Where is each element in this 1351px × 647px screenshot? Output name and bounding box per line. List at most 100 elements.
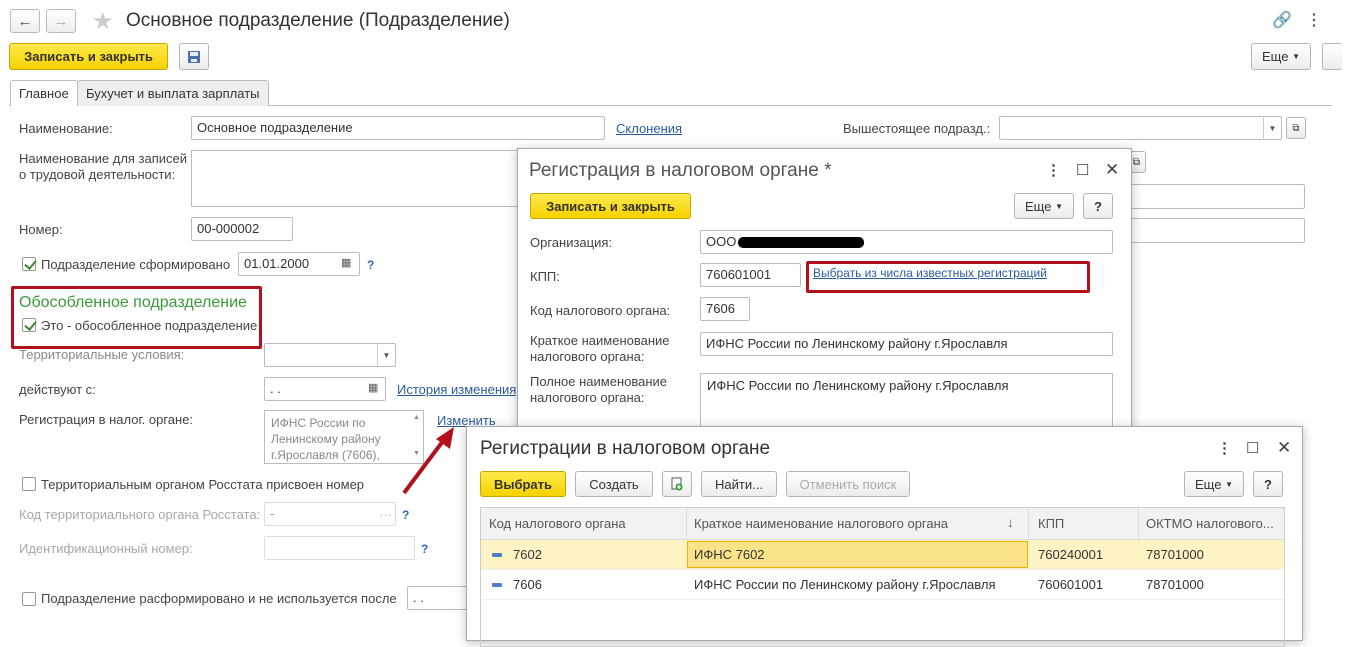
table-row[interactable]: 7606 ИФНС России по Ленинскому району г.…: [481, 570, 1284, 600]
copy-add-icon: [671, 477, 683, 491]
registrations-list-title: Регистрации в налоговом органе: [480, 438, 771, 459]
rosstat-select-icon: …: [379, 504, 392, 519]
org-input[interactable]: ООО: [700, 230, 1113, 254]
tax-code-input[interactable]: 7606: [700, 297, 750, 321]
cell-name: ИФНС 7602: [694, 547, 765, 562]
col-header-code[interactable]: Код налогового органа: [489, 516, 679, 531]
select-button[interactable]: Выбрать: [480, 471, 566, 497]
short-name-label-2: налогового органа:: [530, 349, 645, 364]
rosstat-help-icon[interactable]: ?: [402, 508, 409, 522]
tab-accounting[interactable]: Бухучет и выплата зарплаты: [77, 80, 269, 106]
labor-name-label-2: о трудовой деятельности:: [19, 167, 176, 182]
rosstat-code-label: Код территориального органа Росстата:: [19, 507, 261, 522]
effective-calendar-icon[interactable]: ▦: [368, 381, 378, 394]
list-maximize-icon[interactable]: ☐: [1246, 439, 1259, 457]
tab-main[interactable]: Главное: [10, 80, 78, 106]
disbanded-checkbox[interactable]: [22, 592, 36, 606]
history-link[interactable]: История изменения: [397, 382, 516, 397]
registration-dialog: Регистрация в налоговом органе * ⋮ ☐ ✕ З…: [517, 148, 1132, 448]
rosstat-code-input: -: [264, 502, 396, 526]
dialog-help-label: ?: [1094, 198, 1102, 214]
formed-label: Подразделение сформировано: [41, 257, 231, 272]
dialog-more-label: Еще: [1025, 198, 1052, 214]
col-header-name[interactable]: Краткое наименование налогового органа: [694, 516, 994, 531]
save-close-button[interactable]: Записать и закрыть: [9, 43, 168, 70]
full-name-textarea[interactable]: ИФНС России по Ленинскому району г.Яросл…: [700, 373, 1113, 433]
table-row[interactable]: 7602 ИФНС 7602 760240001 78701000: [481, 540, 1284, 570]
rosstat-checkbox[interactable]: [22, 477, 36, 491]
rosstat-label: Территориальным органом Росстата присвое…: [41, 477, 365, 492]
formed-checkbox[interactable]: [22, 257, 36, 271]
cell-kpp: 760601001: [1038, 577, 1104, 592]
territorial-dropdown-icon[interactable]: ▼: [377, 344, 395, 366]
org-value: ООО: [706, 234, 737, 249]
effective-label: действуют с:: [19, 382, 96, 397]
parent-unit-input[interactable]: [999, 116, 1282, 140]
tax-reg-scroll-icon[interactable]: ▲: [413, 414, 420, 421]
dialog-save-close-button[interactable]: Записать и закрыть: [530, 193, 691, 219]
right-side-field-1[interactable]: [1120, 184, 1305, 209]
list-menu-icon[interactable]: ⋮: [1217, 439, 1232, 457]
parent-unit-label: Вышестоящее подразд.:: [843, 121, 991, 136]
more-button[interactable]: Еще ▼: [1251, 43, 1311, 70]
name-label: Наименование:: [19, 121, 113, 136]
id-number-label: Идентификационный номер:: [19, 541, 193, 556]
list-help-label: ?: [1264, 476, 1272, 492]
cell-oktmo: 78701000: [1146, 547, 1204, 562]
id-number-input: [264, 536, 415, 560]
cell-code: 7602: [513, 547, 542, 562]
list-more-button[interactable]: Еще ▼: [1184, 471, 1244, 497]
save-button[interactable]: [179, 43, 209, 70]
cancel-search-button[interactable]: Отменить поиск: [786, 471, 910, 497]
dialog-help-button[interactable]: ?: [1083, 193, 1113, 219]
formed-help-icon[interactable]: ?: [367, 258, 374, 272]
parent-unit-dropdown-icon[interactable]: ▼: [1263, 117, 1281, 139]
row-item-icon: [492, 553, 502, 557]
dialog-more-button[interactable]: Еще ▼: [1014, 193, 1074, 219]
favorite-star-icon[interactable]: ★: [92, 7, 114, 36]
parent-unit-open-icon[interactable]: ⧉: [1286, 117, 1306, 139]
short-name-input[interactable]: ИФНС России по Ленинскому району г.Яросл…: [700, 332, 1113, 356]
tax-reg-value: ИФНС России по Ленинскому району г.Яросл…: [271, 416, 381, 462]
kpp-input[interactable]: 760601001: [700, 263, 801, 287]
find-button[interactable]: Найти...: [701, 471, 777, 497]
labor-name-textarea[interactable]: [191, 150, 521, 207]
back-button[interactable]: ←: [10, 9, 40, 33]
registrations-table: Код налогового органа Краткое наименован…: [480, 507, 1285, 647]
kpp-label: КПП:: [530, 269, 560, 284]
row-item-icon: [492, 583, 502, 587]
forward-button[interactable]: →: [46, 9, 76, 33]
list-help-button[interactable]: ?: [1253, 471, 1283, 497]
list-close-icon[interactable]: ✕: [1277, 438, 1291, 458]
redacted-bar: [738, 237, 865, 249]
back-arrow-icon: ←: [17, 12, 33, 30]
cell-kpp: 760240001: [1038, 547, 1104, 562]
dialog-maximize-icon[interactable]: ☐: [1076, 161, 1089, 179]
full-name-label-2: налогового органа:: [530, 390, 645, 405]
number-input[interactable]: 00-000002: [191, 217, 293, 241]
disbanded-date-input[interactable]: . .: [407, 586, 467, 610]
calendar-icon[interactable]: ▦: [341, 256, 351, 269]
dropdown-arrow-icon: ▼: [1292, 52, 1300, 61]
more-button-label: Еще: [1262, 49, 1289, 64]
page-title: Основное подразделение (Подразделение): [126, 10, 510, 31]
declension-link[interactable]: Склонения: [616, 121, 682, 136]
copy-button[interactable]: [662, 471, 692, 497]
create-button[interactable]: Создать: [575, 471, 653, 497]
link-icon[interactable]: 🔗: [1272, 10, 1292, 30]
more-vertical-icon[interactable]: ⋮: [1306, 10, 1322, 30]
name-input[interactable]: Основное подразделение: [191, 116, 605, 140]
right-side-field-2[interactable]: [1120, 218, 1305, 243]
dialog-close-icon[interactable]: ✕: [1105, 160, 1119, 180]
extra-toolbar-button[interactable]: [1322, 43, 1342, 70]
col-header-oktmo[interactable]: ОКТМО налогового...: [1146, 516, 1281, 531]
highlight-separate-unit: [11, 286, 262, 349]
col-header-kpp[interactable]: КПП: [1038, 516, 1128, 531]
col-divider-3: [1138, 508, 1139, 540]
labor-name-label-1: Наименование для записей: [19, 151, 188, 166]
list-more-label: Еще: [1195, 476, 1222, 492]
id-number-help-icon[interactable]: ?: [421, 542, 428, 556]
dialog-menu-icon[interactable]: ⋮: [1046, 161, 1061, 179]
full-name-label-1: Полное наименование: [530, 374, 668, 389]
cell-code: 7606: [513, 577, 542, 592]
